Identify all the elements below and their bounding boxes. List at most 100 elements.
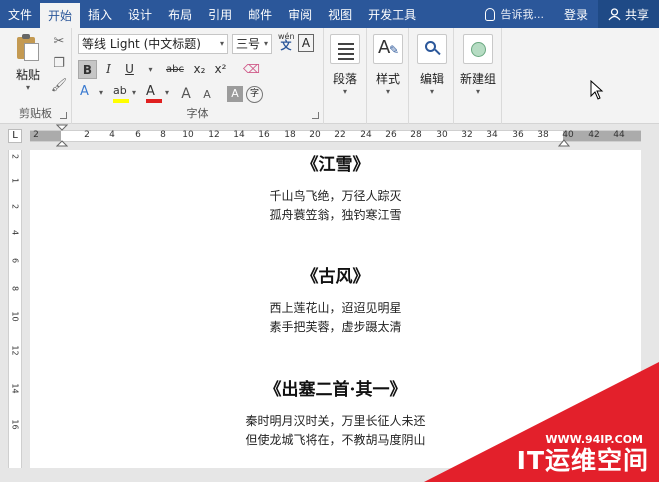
vruler-tick: 10 bbox=[10, 311, 20, 322]
text-effects-button[interactable]: A ▾ bbox=[78, 84, 108, 104]
underline-button[interactable]: U bbox=[120, 60, 139, 79]
tab-review[interactable]: 审阅 bbox=[280, 0, 320, 28]
vruler-tick: 1 bbox=[10, 177, 20, 184]
watermark: WWW.94IP.COM IT运维空间 bbox=[424, 362, 659, 482]
editing-button[interactable]: 编辑 ▾ bbox=[409, 32, 455, 102]
vertical-ruler[interactable]: 2 1 2 4 6 8 10 12 14 16 bbox=[8, 150, 22, 468]
mouse-pointer-icon bbox=[590, 80, 604, 100]
paragraph-label: 段落 bbox=[332, 72, 357, 86]
horizontal-ruler[interactable]: 2 2 4 6 8 10 12 14 16 18 20 22 24 26 28 … bbox=[30, 130, 641, 142]
chevron-down-icon: ▾ bbox=[219, 39, 224, 48]
poem-line: 西上莲花山，迢迢见明星 bbox=[269, 301, 402, 315]
subscript-button[interactable]: x₂ bbox=[190, 60, 209, 79]
tab-developer[interactable]: 开发工具 bbox=[360, 0, 424, 28]
chevron-down-icon: ▾ bbox=[165, 88, 170, 97]
paste-button[interactable]: 粘贴 ▾ bbox=[10, 34, 46, 94]
cut-icon[interactable]: ✂ bbox=[50, 34, 68, 50]
lightbulb-icon bbox=[485, 7, 496, 21]
ruler-tick: 32 bbox=[461, 130, 473, 140]
styles-icon: A ✎ bbox=[373, 34, 403, 64]
tab-home[interactable]: 开始 bbox=[40, 3, 81, 28]
vruler-tick: 14 bbox=[10, 383, 20, 394]
newgroup-button[interactable]: 新建组 ▾ bbox=[455, 32, 501, 102]
ruler-tick: 42 bbox=[588, 130, 600, 140]
share-label: 共享 bbox=[624, 7, 649, 22]
highlight-label: ab bbox=[113, 84, 127, 97]
styles-group: A ✎ 样式 ▾ bbox=[367, 28, 409, 124]
highlight-color-bar bbox=[113, 99, 129, 103]
indent-marker-icon[interactable] bbox=[56, 124, 68, 148]
ruler-tick: 16 bbox=[258, 130, 270, 140]
ruler-right-margin bbox=[563, 131, 641, 141]
copy-icon[interactable]: ❐ bbox=[50, 56, 68, 72]
poem-line: 千山鸟飞绝，万径人踪灭 bbox=[269, 189, 402, 203]
superscript-button[interactable]: x² bbox=[211, 60, 230, 79]
grow-font-button[interactable]: A bbox=[177, 86, 195, 102]
tab-selector[interactable]: L bbox=[8, 129, 22, 143]
newgroup-icon bbox=[463, 34, 493, 64]
ruler-tick: 24 bbox=[360, 130, 372, 140]
vruler-tick: 4 bbox=[10, 229, 20, 236]
vruler-tick: 16 bbox=[10, 419, 20, 430]
enclose-characters-button[interactable]: 字 bbox=[246, 85, 263, 103]
highlight-button[interactable]: ab ▾ bbox=[111, 84, 141, 104]
text-effects-label: A bbox=[80, 84, 89, 99]
chevron-down-icon: ▾ bbox=[475, 87, 480, 96]
character-border-button[interactable]: A bbox=[298, 34, 314, 52]
font-name-select[interactable]: 等线 Light (中文标题) ▾ bbox=[78, 34, 228, 54]
vruler-tick: 6 bbox=[10, 257, 20, 264]
chevron-down-icon: ▾ bbox=[263, 39, 268, 48]
ruler-tick: 6 bbox=[135, 130, 141, 140]
character-shading-button[interactable]: A bbox=[227, 86, 243, 102]
italic-button[interactable]: I bbox=[99, 60, 118, 79]
strikethrough-button[interactable]: abc bbox=[162, 60, 188, 79]
poem-title: 《江雪》 bbox=[301, 155, 370, 175]
newgroup-group: 新建组 ▾ bbox=[454, 28, 502, 124]
format-row-2: A ▾ ab ▾ A ▾ A A A 字 bbox=[78, 84, 263, 104]
poem-title: 《古风》 bbox=[301, 267, 370, 287]
tab-view[interactable]: 视图 bbox=[320, 0, 360, 28]
font-size-select[interactable]: 三号 ▾ bbox=[232, 34, 272, 54]
ruler-tick: 38 bbox=[537, 130, 549, 140]
editing-label: 编辑 bbox=[419, 72, 444, 86]
tab-insert[interactable]: 插入 bbox=[80, 0, 120, 28]
format-painter-icon[interactable]: 🖌 bbox=[50, 78, 68, 94]
poem-line: 孤舟蓑笠翁，独钓寒江雪 bbox=[269, 208, 402, 222]
clear-formatting-icon[interactable]: ⌫ bbox=[242, 60, 261, 79]
tab-file[interactable]: 文件 bbox=[0, 0, 40, 28]
clipboard-icon bbox=[15, 34, 41, 62]
paragraph-button[interactable]: 段落 ▾ bbox=[322, 32, 368, 102]
styles-label: 样式 bbox=[375, 72, 400, 86]
ruler-tick: 12 bbox=[208, 130, 220, 140]
shrink-font-button[interactable]: A bbox=[198, 88, 216, 101]
editing-group: 编辑 ▾ bbox=[409, 28, 454, 124]
chevron-down-icon: ▾ bbox=[99, 88, 104, 97]
tell-me-box[interactable]: 告诉我... bbox=[475, 0, 554, 28]
vruler-tick: 2 bbox=[10, 153, 20, 160]
person-icon bbox=[608, 7, 621, 20]
paste-label: 粘贴 bbox=[15, 68, 40, 82]
search-icon bbox=[417, 34, 447, 64]
ruler-tick: 18 bbox=[284, 130, 296, 140]
tab-references[interactable]: 引用 bbox=[200, 0, 240, 28]
clipboard-launcher-icon[interactable] bbox=[60, 112, 67, 119]
font-color-label: A bbox=[146, 84, 155, 99]
phonetic-guide-button[interactable]: wén 文 bbox=[278, 32, 295, 52]
font-color-button[interactable]: A ▾ bbox=[144, 84, 174, 104]
right-indent-marker-icon[interactable] bbox=[558, 136, 570, 148]
font-launcher-icon[interactable] bbox=[312, 112, 319, 119]
tab-layout[interactable]: 布局 bbox=[160, 0, 200, 28]
login-button[interactable]: 登录 bbox=[554, 0, 598, 28]
styles-button[interactable]: A ✎ 样式 ▾ bbox=[365, 32, 411, 102]
tab-design[interactable]: 设计 bbox=[120, 0, 160, 28]
tab-mailings[interactable]: 邮件 bbox=[240, 0, 280, 28]
chevron-down-icon[interactable]: ▾ bbox=[141, 60, 160, 79]
phonetic-char: 文 bbox=[280, 39, 292, 52]
ruler-tick: 26 bbox=[385, 130, 397, 140]
bold-button[interactable]: B bbox=[78, 60, 97, 79]
clipboard-small-tools: ✂ ❐ 🖌 bbox=[50, 34, 68, 94]
tabbar-spacer bbox=[424, 0, 475, 28]
chevron-down-icon: ▾ bbox=[25, 83, 30, 92]
newgroup-label: 新建组 bbox=[459, 72, 496, 86]
share-button[interactable]: 共享 bbox=[597, 0, 659, 28]
